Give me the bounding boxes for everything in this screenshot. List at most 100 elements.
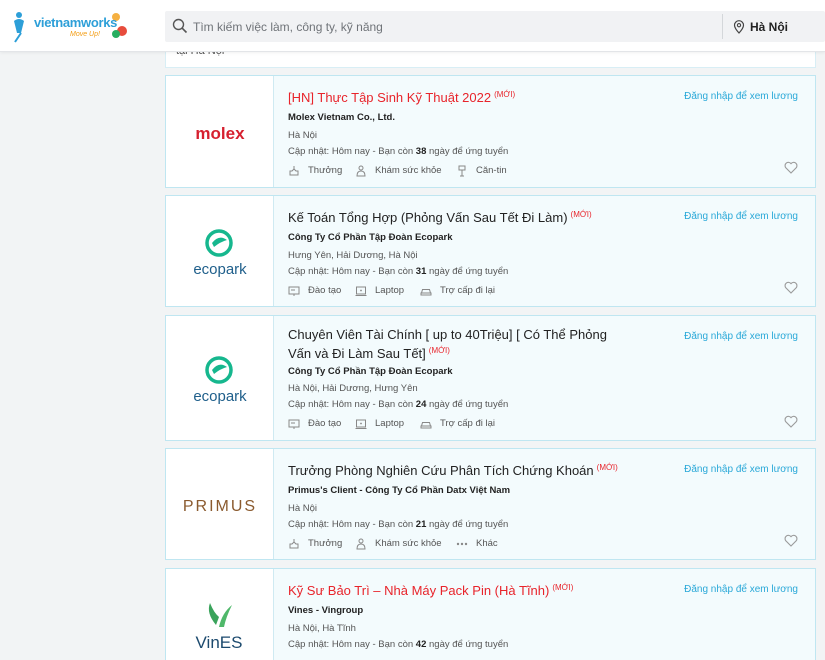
ecopark-logo-icon: ecopark <box>193 356 247 405</box>
job-title-text[interactable]: Trưởng Phòng Nghiên Cứu Phân Tích Chứng … <box>288 463 594 478</box>
update-prefix: Cập nhật: Hôm nay - Bạn còn <box>288 519 416 530</box>
new-badge: (MỚI) <box>494 90 516 99</box>
logo-tagline: Move Up! <box>70 31 100 38</box>
job-title-text[interactable]: Kế Toán Tổng Hợp (Phỏng Vấn Sau Tết Đi L… <box>288 210 568 225</box>
company-logo[interactable]: PRIMUS <box>166 449 274 559</box>
canteen-icon <box>458 165 466 177</box>
salary-login-link[interactable]: Đăng nhập để xem lương <box>684 331 798 342</box>
search-input[interactable] <box>193 11 713 42</box>
job-title[interactable]: Kế Toán Tổng Hợp (Phỏng Vấn Sau Tết Đi L… <box>288 207 633 226</box>
save-job-heart-icon[interactable] <box>784 281 798 294</box>
benefit-label: Khám sức khỏe <box>375 165 442 176</box>
salary-login-link[interactable]: Đăng nhập để xem lương <box>684 91 798 102</box>
health-check-icon <box>356 538 366 550</box>
update-info: Cập nhật: Hôm nay - Bạn còn 24 ngày để ứ… <box>288 399 508 410</box>
company-name[interactable]: Công Ty Cổ Phần Tập Đoàn Ecopark <box>288 232 453 243</box>
job-title-text[interactable]: Kỹ Sư Bảo Trì – Nhà Máy Pack Pin (Hà Tĩn… <box>288 583 549 598</box>
job-card[interactable]: molex [HN] Thực Tập Sinh Kỹ Thuật 2022 (M… <box>165 75 816 188</box>
update-info: Cập nhật: Hôm nay - Bạn còn 42 ngày để ứ… <box>288 639 508 650</box>
job-title[interactable]: Kỹ Sư Bảo Trì – Nhà Máy Pack Pin (Hà Tĩn… <box>288 580 633 599</box>
vines-logo-text: VinES <box>196 633 243 652</box>
save-job-heart-icon[interactable] <box>784 161 798 174</box>
benefit-label: Căn-tin <box>476 165 507 176</box>
company-logo[interactable]: ecopark <box>166 196 274 306</box>
company-name[interactable]: Molex Vietnam Co., Ltd. <box>288 112 395 123</box>
company-logo[interactable]: ecopark <box>166 316 274 440</box>
save-job-heart-icon[interactable] <box>784 534 798 547</box>
benefits-list: Đào tạo Laptop Trợ cấp đi lại <box>288 417 688 431</box>
location-selector[interactable]: Hà Nội <box>750 20 788 34</box>
update-prefix: Cập nhật: Hôm nay - Bạn còn <box>288 639 416 650</box>
company-logo[interactable]: molex <box>166 76 274 187</box>
job-title[interactable]: [HN] Thực Tập Sinh Kỹ Thuật 2022 (MỚI) <box>288 87 633 106</box>
more-icon <box>456 542 468 546</box>
job-title[interactable]: Chuyên Viên Tài Chính [ up to 40Triệu] [… <box>288 327 633 362</box>
job-title-text[interactable]: Chuyên Viên Tài Chính [ up to 40Triệu] [… <box>288 327 607 361</box>
location-pin-icon <box>733 20 745 34</box>
job-location: Hà Nội <box>288 130 318 141</box>
job-card[interactable]: PRIMUS Trưởng Phòng Nghiên Cứu Phân Tích… <box>165 448 816 560</box>
ecopark-logo-text: ecopark <box>193 388 247 405</box>
car-icon <box>420 289 432 296</box>
days-left: 21 <box>415 519 427 530</box>
bonus-icon <box>289 166 299 176</box>
update-prefix: Cập nhật: Hôm nay - Bạn còn <box>288 146 416 157</box>
job-card[interactable]: VinES Kỹ Sư Bảo Trì – Nhà Máy Pack Pin (… <box>165 568 816 660</box>
update-info: Cập nhật: Hôm nay - Bạn còn 31 ngày để ứ… <box>288 266 508 277</box>
logo-text: vietnamworks <box>34 15 118 30</box>
save-job-heart-icon[interactable] <box>784 415 798 428</box>
benefit-label: Khám sức khỏe <box>375 538 442 549</box>
ecopark-logo-icon: ecopark <box>193 229 247 278</box>
primus-logo-icon: PRIMUS <box>183 498 257 515</box>
job-card-body: Kế Toán Tổng Hợp (Phỏng Vấn Sau Tết Đi L… <box>288 196 815 306</box>
job-card-body: Chuyên Viên Tài Chính [ up to 40Triệu] [… <box>288 316 815 440</box>
update-suffix: ngày để ứng tuyển <box>426 639 509 650</box>
company-name[interactable]: Vines - Vingroup <box>288 605 363 616</box>
days-left: 38 <box>415 146 427 157</box>
new-badge: (MỚI) <box>428 346 450 355</box>
update-info: Cập nhật: Hôm nay - Bạn còn 21 ngày để ứ… <box>288 519 508 530</box>
car-icon <box>420 422 432 429</box>
new-badge: (MỚI) <box>570 210 592 219</box>
benefit-label: Đào tạo <box>308 418 342 429</box>
job-card-body: [HN] Thực Tập Sinh Kỹ Thuật 2022 (MỚI) Đă… <box>288 76 815 187</box>
update-suffix: ngày để ứng tuyển <box>426 519 509 530</box>
update-prefix: Cập nhật: Hôm nay - Bạn còn <box>288 399 416 410</box>
salary-login-link[interactable]: Đăng nhập để xem lương <box>684 584 798 595</box>
training-icon <box>288 286 300 296</box>
benefit-label: Thưởng <box>308 165 343 176</box>
search-icon[interactable] <box>172 18 188 34</box>
company-name[interactable]: Primus's Client - Công Ty Cổ Phần Datx V… <box>288 485 510 496</box>
top-header: vietnamworks Move Up! Hà Nội <box>0 0 825 52</box>
ecopark-logo-text: ecopark <box>193 261 247 278</box>
new-badge: (MỚI) <box>552 583 574 592</box>
update-info: Cập nhật: Hôm nay - Bạn còn 38 ngày để ứ… <box>288 146 508 157</box>
primus-logo-text: PRIMUS <box>183 498 257 515</box>
job-title[interactable]: Trưởng Phòng Nghiên Cứu Phân Tích Chứng … <box>288 460 633 479</box>
job-location: Hà Nội, Hà Tĩnh <box>288 623 356 634</box>
vietnamworks-logo[interactable]: vietnamworks Move Up! <box>12 9 130 45</box>
job-location: Hà Nội <box>288 503 318 514</box>
salary-login-link[interactable]: Đăng nhập để xem lương <box>684 464 798 475</box>
salary-login-link[interactable]: Đăng nhập để xem lương <box>684 211 798 222</box>
update-suffix: ngày để ứng tuyển <box>426 399 509 410</box>
days-left: 24 <box>415 399 427 410</box>
benefits-list: Thưởng Khám sức khỏe Khác <box>288 537 688 551</box>
job-title-text[interactable]: [HN] Thực Tập Sinh Kỹ Thuật 2022 <box>288 90 491 105</box>
benefits-list: Đào tạo Laptop Trợ cấp đi lại <box>288 284 688 298</box>
benefit-label: Trợ cấp đi lại <box>440 285 495 296</box>
job-card[interactable]: ecopark Kế Toán Tổng Hợp (Phỏng Vấn Sau … <box>165 195 816 307</box>
new-badge: (MỚI) <box>596 463 618 472</box>
benefit-label: Khác <box>476 538 498 549</box>
update-suffix: ngày để ứng tuyển <box>426 266 509 277</box>
molex-logo-text: molex <box>195 124 245 143</box>
company-name[interactable]: Công Ty Cổ Phần Tập Đoàn Ecopark <box>288 366 453 377</box>
job-card[interactable]: ecopark Chuyên Viên Tài Chính [ up to 40… <box>165 315 816 441</box>
days-left: 31 <box>415 266 427 277</box>
vines-logo-icon: VinES <box>196 603 243 652</box>
company-logo[interactable]: VinES <box>166 569 274 660</box>
job-card-body: Kỹ Sư Bảo Trì – Nhà Máy Pack Pin (Hà Tĩn… <box>288 569 815 660</box>
molex-logo-icon: molex <box>195 124 245 143</box>
benefit-label: Laptop <box>375 285 405 296</box>
laptop-icon <box>355 286 367 296</box>
